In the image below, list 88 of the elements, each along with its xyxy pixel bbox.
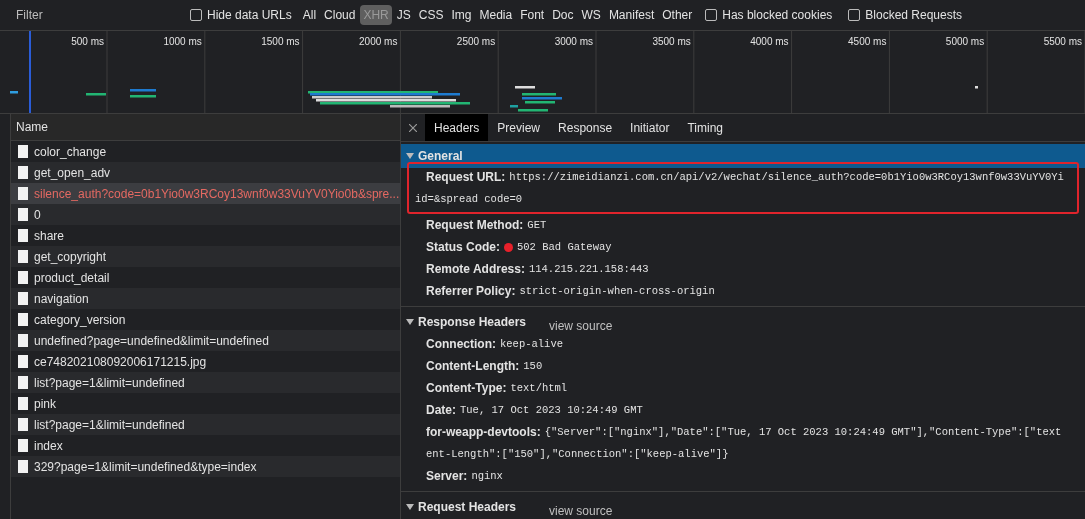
header-value: 502 Bad Gateway xyxy=(517,241,612,253)
header-name: Request Method: xyxy=(426,218,524,232)
time-tick-label: 1500 ms xyxy=(261,36,300,47)
file-icon xyxy=(18,460,28,473)
header-value: 150 xyxy=(523,360,543,372)
type-filter[interactable]: Media xyxy=(476,5,516,25)
type-filter[interactable]: Cloud xyxy=(321,5,359,25)
request-row[interactable]: 329?page=1&limit=undefined&type=index xyxy=(11,456,400,477)
file-icon xyxy=(18,271,28,284)
header-name: Content-Type: xyxy=(426,381,507,395)
header-name: Referrer Policy: xyxy=(426,284,516,298)
file-icon xyxy=(18,187,28,200)
header-value: 114.215.221.158:443 xyxy=(528,263,649,275)
header-name: Connection: xyxy=(426,337,496,351)
header-value: {"Server":["nginx"],"Date":["Tue, 17 Oct 2023 10:24:49 GMT"],"Content-Type":["text xyxy=(544,426,1062,438)
file-icon xyxy=(18,229,28,242)
header-value: ent-Length":["150"],"Connection":["keep-alive"]} xyxy=(426,448,729,460)
request-row[interactable]: navigation xyxy=(11,288,400,309)
header-name: Remote Address: xyxy=(426,262,525,276)
header-value: keep-alive xyxy=(500,338,563,350)
header-name: for-weapp-devtools: xyxy=(426,425,541,439)
header-value: strict-origin-when-cross-origin xyxy=(519,285,715,297)
detail-tab[interactable]: Response xyxy=(549,114,622,141)
header-name: Request URL: xyxy=(426,170,506,184)
file-icon xyxy=(18,418,28,431)
type-filter[interactable]: Img xyxy=(448,5,475,25)
filter-checkbox[interactable]: Has blocked cookies xyxy=(705,8,833,22)
request-row[interactable]: get_copyright xyxy=(11,246,400,267)
request-row[interactable]: 0 xyxy=(11,204,400,225)
file-icon xyxy=(18,208,28,221)
time-tick-label: 500 ms xyxy=(71,36,104,47)
detail-tab[interactable]: Initiator xyxy=(621,114,679,141)
file-icon xyxy=(18,292,28,305)
request-row[interactable]: list?page=1&limit=undefined xyxy=(11,372,400,393)
file-icon xyxy=(18,355,28,368)
hide-data-urls-checkbox[interactable]: Hide data URLs xyxy=(190,8,292,22)
time-tick-label: 3000 ms xyxy=(554,36,593,47)
header-value: text/html xyxy=(510,382,568,394)
file-icon xyxy=(18,145,28,158)
header-value: GET xyxy=(527,219,547,231)
type-filter[interactable]: CSS xyxy=(415,5,447,25)
detail-tab[interactable]: Headers xyxy=(425,114,489,141)
time-tick-label: 4500 ms xyxy=(848,36,887,47)
file-icon xyxy=(18,166,28,179)
file-icon xyxy=(18,397,28,410)
request-row[interactable]: list?page=1&limit=undefined xyxy=(11,414,400,435)
type-filter[interactable]: JS xyxy=(393,5,414,25)
detail-tab[interactable]: Preview xyxy=(488,114,550,141)
file-icon xyxy=(18,376,28,389)
triangle-icon xyxy=(406,318,414,326)
header-name: Server: xyxy=(426,469,468,483)
column-header: Name xyxy=(11,114,400,141)
type-filter[interactable]: Doc xyxy=(549,5,577,25)
file-icon xyxy=(18,313,28,326)
header-name: Status Code: xyxy=(426,240,500,254)
type-filter[interactable]: WS xyxy=(578,5,604,25)
triangle-icon xyxy=(406,503,414,511)
time-tick-label: 5000 ms xyxy=(945,36,985,47)
time-tick-label: 2500 ms xyxy=(456,36,496,47)
section-header[interactable]: Request Headers xyxy=(401,496,517,518)
request-row[interactable]: get_open_adv xyxy=(11,162,400,183)
time-tick-label: 2000 ms xyxy=(359,36,398,47)
header-name: Date: xyxy=(426,403,456,417)
type-filter[interactable]: Other xyxy=(659,5,696,25)
type-filter[interactable]: Manifest xyxy=(605,5,658,25)
section-header[interactable]: General xyxy=(401,144,1085,168)
section-header[interactable]: Response Headers xyxy=(401,311,527,333)
header-value: Tue, 17 Oct 2023 10:24:49 GMT xyxy=(460,404,643,416)
time-tick-label: 3500 ms xyxy=(652,36,691,47)
header-value: https://zimeidianzi.com.cn/api/v2/wechat/silence_auth?code=0b1Yio0w3RCoy13wnf0w33VuYV0Yi xyxy=(509,171,1064,183)
type-filter[interactable]: Font xyxy=(517,5,548,25)
close-icon[interactable] xyxy=(409,123,417,132)
triangle-icon xyxy=(406,152,414,160)
time-tick-label: 4000 ms xyxy=(750,36,789,47)
time-tick-label: 5500 ms xyxy=(1043,36,1082,47)
filter-checkbox[interactable]: Blocked Requests xyxy=(848,8,963,22)
header-name: Content-Length: xyxy=(426,359,520,373)
file-icon xyxy=(18,439,28,452)
file-icon xyxy=(18,334,28,347)
header-value: id=&spread code=0 xyxy=(415,193,523,205)
header-value: nginx xyxy=(471,470,503,482)
time-tick-label: 1000 ms xyxy=(163,36,202,47)
file-icon xyxy=(18,250,28,263)
request-row[interactable]: undefined?page=undefined&limit=undefined xyxy=(11,330,400,351)
type-filter[interactable]: All xyxy=(299,5,320,25)
detail-tab[interactable]: Timing xyxy=(678,114,732,141)
view-source-link[interactable]: view source xyxy=(549,504,613,518)
view-source-link[interactable]: view source xyxy=(549,319,613,333)
